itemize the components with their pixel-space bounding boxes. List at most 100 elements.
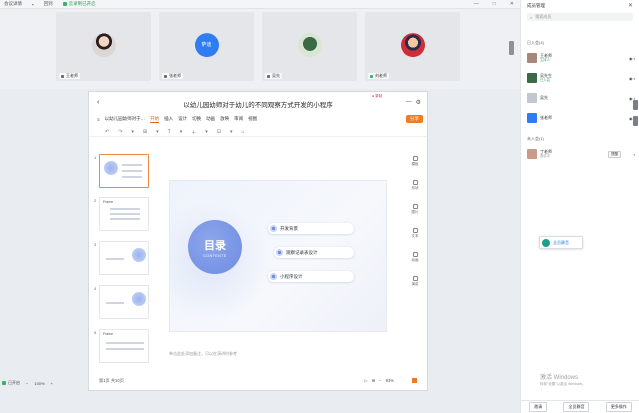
member-row[interactable]: 吴先 ◉ ▪: [527, 92, 635, 104]
ribbon-tab[interactable]: 切换: [192, 116, 201, 122]
tool-label: 形状: [411, 186, 419, 190]
ribbon-tab[interactable]: 开始: [150, 116, 160, 123]
image-tool[interactable]: 图片: [412, 204, 419, 215]
ribbon-tab[interactable]: 动画: [206, 116, 215, 122]
document-name[interactable]: 以幼儿园幼师对于…: [105, 116, 146, 122]
ribbon-tab[interactable]: 放映: [220, 116, 229, 122]
thumbnail-title: Frame: [103, 332, 114, 336]
video-tile[interactable]: 萨迪 张老师: [159, 12, 254, 81]
float-button-label: 全员静音: [553, 239, 569, 245]
share-button[interactable]: 分享: [406, 115, 423, 123]
avatar: 萨迪: [194, 32, 219, 57]
contents-item-label: 观察记录表设计: [286, 249, 318, 255]
settings-icon[interactable]: ⚙: [416, 99, 421, 106]
home-icon[interactable]: ⌂: [241, 129, 244, 135]
right-toolbar: 模板 形状 图片 文本 动画 演讲: [407, 156, 423, 287]
zoom-out-icon[interactable]: −: [379, 378, 381, 383]
maximize-button[interactable]: □: [493, 1, 496, 7]
tool-label: 图片: [411, 210, 419, 214]
template-tool[interactable]: 模板: [412, 156, 419, 167]
pending-member-row[interactable]: 丁老师 邀请中 提醒 ▪: [527, 148, 635, 160]
member-text: 丁老师 邀请中: [540, 149, 552, 159]
section-online[interactable]: 已入会(4): [527, 40, 544, 46]
slide-thumbnail[interactable]: 5 Frame: [94, 329, 149, 363]
gallery-view-label[interactable]: 回到: [44, 1, 53, 7]
slide-thumbnail[interactable]: 3: [94, 241, 149, 275]
avatar: [297, 32, 322, 57]
video-gallery: 王老师 萨迪 张老师 吴先 刘老师: [0, 9, 520, 89]
dropdown-icon[interactable]: ▾: [230, 129, 233, 135]
zoom-label[interactable]: 100%: [34, 381, 44, 386]
ribbon-tab[interactable]: 设计: [178, 116, 187, 122]
grid-view-icon[interactable]: ⊞: [372, 378, 376, 383]
avatar: [527, 73, 537, 83]
zoom-out-icon[interactable]: −: [26, 381, 28, 386]
mute-all-float-button[interactable]: 全员静音: [539, 236, 583, 249]
section-pending[interactable]: 未入会(1): [527, 136, 544, 142]
ribbon-tab[interactable]: 审阅: [234, 116, 243, 122]
image-icon[interactable]: ⊡: [217, 129, 221, 135]
panel-scroll-handle[interactable]: [633, 100, 638, 140]
participant-name: 刘老师: [375, 73, 387, 78]
text-icon[interactable]: T: [168, 129, 171, 135]
dropdown-icon[interactable]: ▾: [205, 129, 208, 135]
more-actions-button[interactable]: 更多操作: [605, 402, 632, 412]
slide-thumbnail[interactable]: 1: [94, 154, 149, 188]
member-row[interactable]: 张老师 ◉ ▪: [527, 112, 635, 124]
recording-label: 云录制已开启: [68, 1, 96, 6]
tool-label: 动画: [411, 258, 419, 262]
mute-all-button[interactable]: 全员静音: [563, 402, 590, 412]
video-tile[interactable]: 吴先: [262, 12, 357, 81]
slide-thumbnail[interactable]: 2 Frame: [94, 197, 149, 231]
add-icon[interactable]: ＋: [191, 129, 196, 136]
fit-icon[interactable]: [412, 378, 417, 383]
member-status: 邀请中: [540, 154, 550, 158]
present-tool[interactable]: 演讲: [412, 276, 419, 287]
ribbon-tab[interactable]: 插入: [164, 116, 173, 122]
contents-item-label: 开发背景: [280, 225, 298, 231]
redo-icon[interactable]: ↷: [118, 129, 122, 135]
title-tools: — ⚙: [406, 99, 421, 106]
zoom-in-icon[interactable]: +: [51, 381, 53, 386]
play-icon[interactable]: ▷: [364, 378, 367, 383]
menu-icon[interactable]: ≡: [97, 117, 100, 122]
member-text: 吴先: [540, 95, 548, 101]
top-bar: 会议详情 ▪ 回到 云录制已开启: [0, 0, 520, 9]
slide-canvas[interactable]: 目录 CONTENTS 开发背景 观察记录表设计 小程序设计: [169, 180, 387, 332]
video-tile[interactable]: 刘老师: [365, 12, 460, 81]
more-icon[interactable]: ▪: [634, 152, 635, 157]
text-tool[interactable]: 文本: [412, 228, 419, 239]
animation-icon: [412, 252, 418, 257]
minimize-icon[interactable]: —: [406, 99, 412, 106]
gallery-scroll-handle[interactable]: [509, 41, 514, 55]
thumbnail-line: [122, 164, 142, 166]
dropdown-icon[interactable]: ▾: [131, 129, 134, 135]
mic-icon[interactable]: ◉ ▪: [629, 56, 635, 61]
invite-button[interactable]: 邀请: [529, 402, 548, 412]
remind-button[interactable]: 提醒: [608, 150, 621, 158]
slide-number: 2: [94, 198, 97, 203]
close-icon[interactable]: ✕: [628, 2, 633, 9]
meeting-info-label[interactable]: 会议详情: [4, 1, 22, 7]
minimize-button[interactable]: —: [474, 1, 479, 7]
layout-icon[interactable]: ⊞: [143, 129, 147, 135]
shape-tool[interactable]: 形状: [412, 180, 419, 191]
notes-field[interactable]: 单击此处添加备注，可以在演讲时参考: [169, 351, 399, 357]
status-label: 已开启: [8, 380, 20, 385]
mic-icon[interactable]: ◉ ▪: [629, 76, 635, 81]
zoom-level[interactable]: 93%: [386, 378, 394, 383]
dropdown-icon[interactable]: ▾: [180, 129, 183, 135]
animation-tool[interactable]: 动画: [412, 252, 419, 263]
dropdown-icon[interactable]: ▾: [156, 129, 159, 135]
search-input[interactable]: ⌕ 搜索成员: [527, 13, 633, 21]
member-row[interactable]: 王老师 主持人 ◉ ▪: [527, 52, 635, 64]
member-row[interactable]: 吴先生 已入会 ◉ ▪: [527, 72, 635, 84]
undo-icon[interactable]: ↶: [105, 129, 109, 135]
formatting-toolbar: ↶ ↷ ▾ ⊞ ▾ T ▾ ＋ ▾ ⊡ ▾ ⌂: [89, 128, 427, 137]
participant-name: 吴先: [272, 73, 280, 78]
thumbnail-line: [110, 208, 140, 210]
ribbon-tab[interactable]: 视图: [248, 116, 257, 122]
close-button[interactable]: ✕: [510, 1, 514, 7]
video-tile[interactable]: 王老师: [56, 12, 151, 81]
slide-thumbnail[interactable]: 4: [94, 285, 149, 319]
